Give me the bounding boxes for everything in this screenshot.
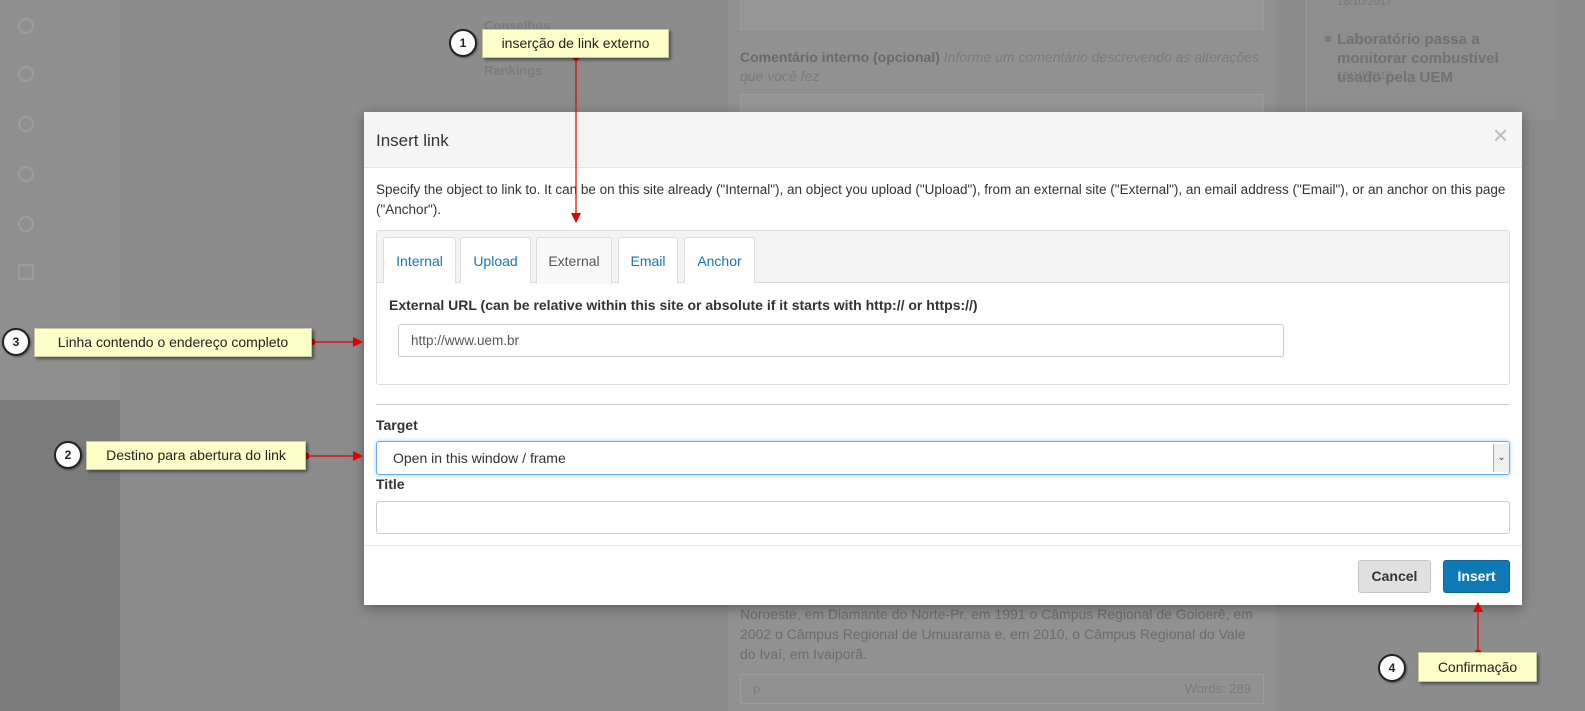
arrow-icon bbox=[308, 337, 363, 347]
annotation-note-4: Confirmação bbox=[1418, 652, 1537, 682]
arrow-icon bbox=[302, 451, 363, 461]
annotation-number-2: 2 bbox=[54, 441, 82, 469]
annotation-note-3: Linha contendo o endereço completo bbox=[34, 328, 312, 357]
annotation-number-3: 3 bbox=[2, 328, 30, 356]
annotation-number-4: 4 bbox=[1378, 654, 1406, 682]
annotation-note-1: inserção de link externo bbox=[482, 29, 669, 58]
annotation-number-1: 1 bbox=[449, 29, 477, 57]
arrow-icon bbox=[571, 53, 581, 223]
arrow-icon bbox=[1473, 602, 1483, 657]
annotation-note-2: Destino para abertura do link bbox=[86, 441, 306, 470]
